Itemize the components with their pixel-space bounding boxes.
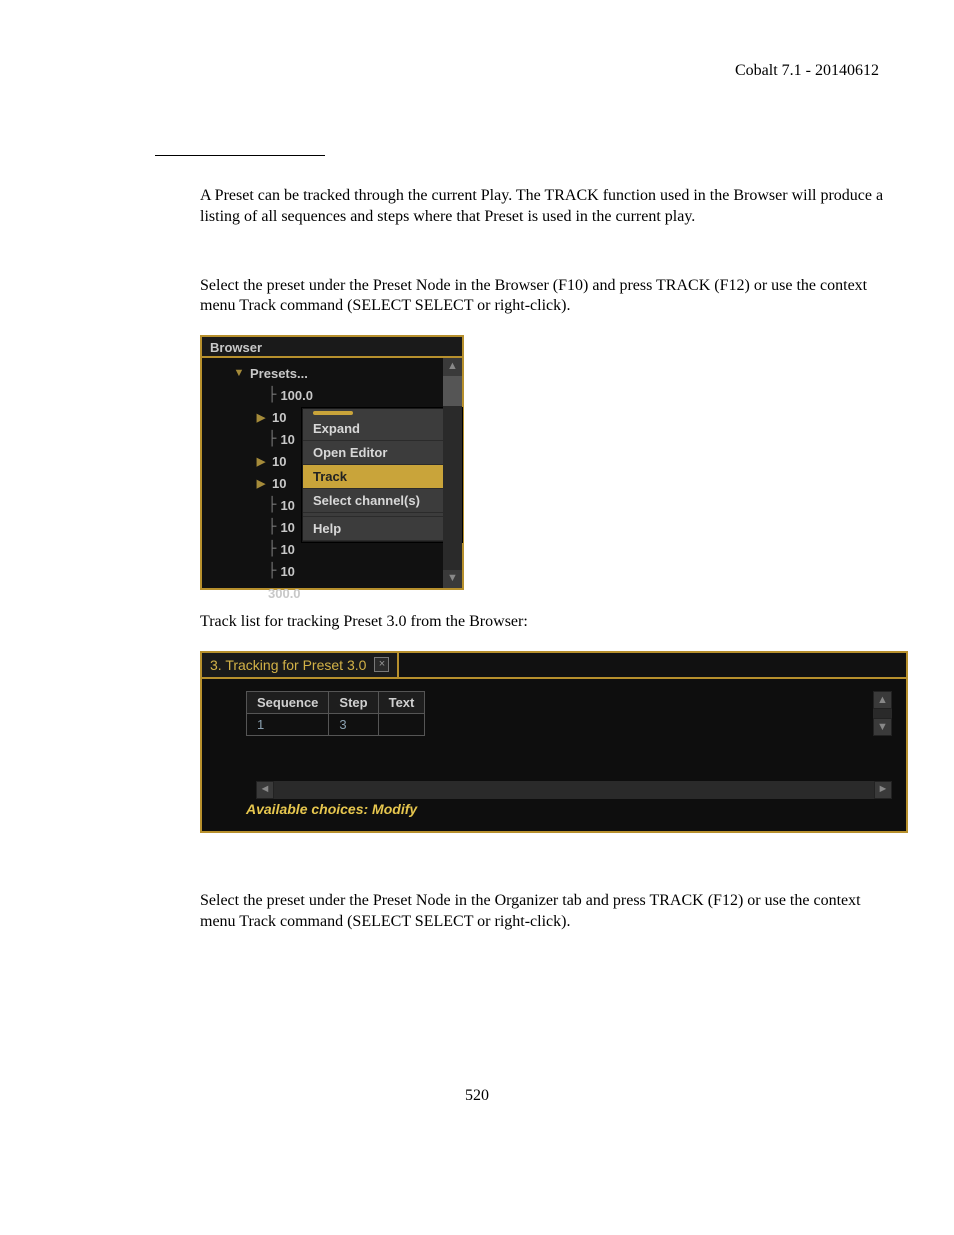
menu-item-expand[interactable]: Expand	[303, 417, 461, 441]
menu-item-track[interactable]: Track	[303, 465, 461, 489]
tracking-panel: 3. Tracking for Preset 3.0 × Sequence St…	[200, 651, 908, 833]
tree-item-label: 100.0	[280, 388, 313, 403]
tree-item-label: 10	[272, 410, 286, 425]
tracking-tab[interactable]: 3. Tracking for Preset 3.0 ×	[202, 653, 399, 679]
tree-root[interactable]: ▼ Presets...	[208, 362, 462, 384]
vertical-scrollbar[interactable]: ▲ ▼	[443, 358, 462, 588]
scroll-left-icon[interactable]: ◄	[256, 781, 274, 799]
scroll-right-icon[interactable]: ►	[874, 781, 892, 799]
tree-item-label: 10	[280, 520, 294, 535]
scroll-up-icon[interactable]: ▲	[443, 358, 462, 376]
col-text[interactable]: Text	[378, 691, 425, 713]
col-sequence[interactable]: Sequence	[247, 691, 329, 713]
tree-item[interactable]: 300.0	[208, 582, 462, 604]
topic-underline	[155, 155, 325, 156]
scroll-down-icon[interactable]: ▼	[873, 718, 892, 736]
paragraph-1: A Preset can be tracked through the curr…	[200, 186, 899, 228]
page-number: 520	[0, 1087, 954, 1105]
tracking-tab-label: 3. Tracking for Preset 3.0	[210, 657, 366, 673]
tree-item-label: 10	[280, 564, 294, 579]
tree-item[interactable]: ├100.0	[208, 384, 462, 406]
tree-item-label: 300.0	[268, 586, 301, 601]
tree-item-label: 10	[280, 542, 294, 557]
cell-sequence: 1	[247, 713, 329, 735]
scroll-down-icon[interactable]: ▼	[443, 570, 462, 588]
chevron-right-icon: ▶	[254, 455, 268, 468]
col-step[interactable]: Step	[329, 691, 378, 713]
paragraph-2: Select the preset under the Preset Node …	[200, 276, 899, 318]
tracking-table: Sequence Step Text 1 3	[246, 691, 425, 736]
menu-grip	[303, 409, 461, 417]
scroll-up-icon[interactable]: ▲	[873, 691, 892, 709]
doc-header-right: Cobalt 7.1 - 20140612	[735, 62, 879, 80]
chevron-down-icon: ▼	[232, 367, 246, 379]
chevron-right-icon: ▶	[254, 477, 268, 490]
vertical-scrollbar[interactable]: ▲ ▼	[873, 691, 892, 736]
cell-text	[378, 713, 425, 735]
horizontal-scrollbar[interactable]: ◄ ►	[256, 781, 892, 799]
tree-item-label: 10	[280, 498, 294, 513]
browser-panel: Browser ▼ Presets... ├100.0 ▶10 ├10 ▶10 …	[200, 335, 464, 590]
browser-title: Browser	[202, 337, 462, 358]
menu-item-open-editor[interactable]: Open Editor	[303, 441, 461, 465]
tree-item-label: 10	[272, 454, 286, 469]
chevron-right-icon: ▶	[254, 411, 268, 424]
menu-item-help[interactable]: Help	[303, 517, 461, 541]
menu-item-select-channels[interactable]: Select channel(s)	[303, 489, 461, 513]
table-row[interactable]: 1 3	[247, 713, 425, 735]
cell-step: 3	[329, 713, 378, 735]
tree-item[interactable]: ├10	[208, 560, 462, 582]
tree-root-label: Presets...	[250, 366, 308, 381]
tree-item-label: 10	[280, 432, 294, 447]
paragraph-3: Track list for tracking Preset 3.0 from …	[200, 612, 899, 633]
close-icon[interactable]: ×	[374, 657, 389, 672]
scrollbar-thumb[interactable]	[443, 376, 462, 406]
available-choices: Available choices: Modify	[246, 799, 892, 823]
paragraph-4: Select the preset under the Preset Node …	[200, 891, 899, 933]
context-menu: Expand Open Editor Track Select channel(…	[302, 408, 462, 542]
tree-item-label: 10	[272, 476, 286, 491]
